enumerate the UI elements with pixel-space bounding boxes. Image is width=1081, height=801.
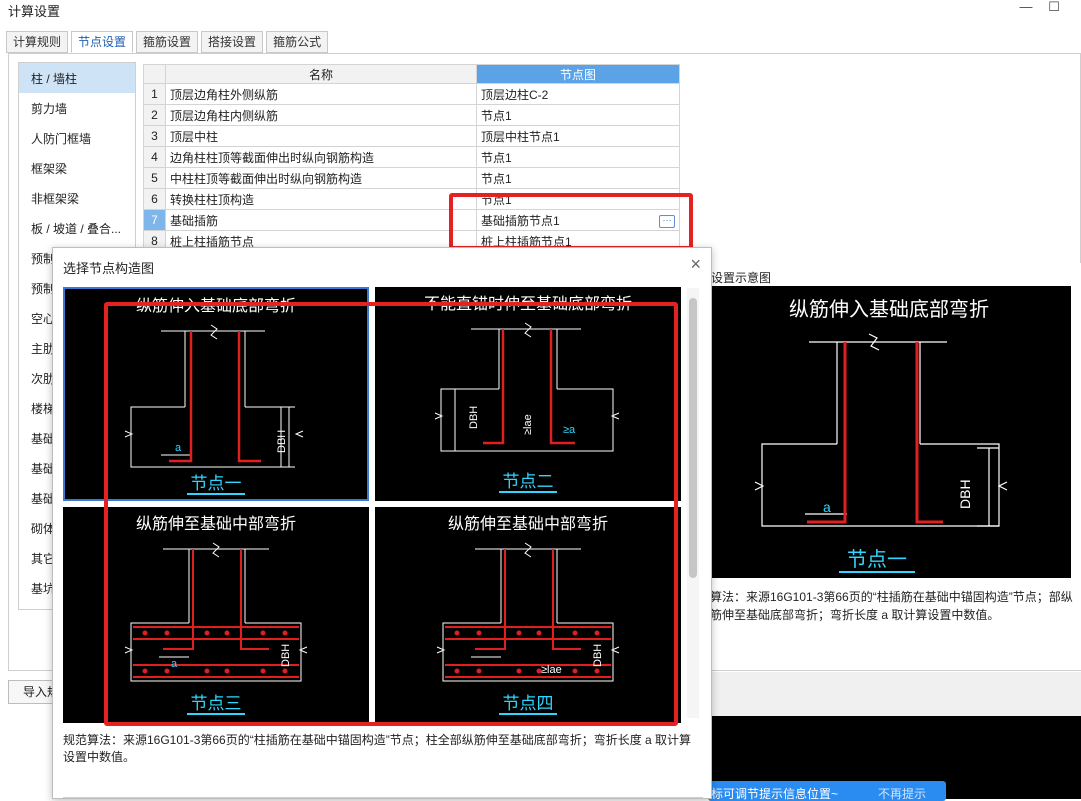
tab-stirrup-formula[interactable]: 箍筋公式	[266, 31, 329, 53]
list-item[interactable]: 框架梁	[19, 153, 135, 183]
row-name: 基础插筋	[165, 209, 477, 231]
row-name: 转换柱柱顶构造	[165, 188, 477, 210]
row-name: 顶层中柱	[165, 125, 477, 147]
list-item[interactable]: 非框架梁	[19, 183, 135, 213]
dialog-title: 选择节点构造图	[63, 261, 155, 276]
row-name: 顶层边角柱内侧纵筋	[165, 104, 477, 126]
tip-banner[interactable]: 标可调节提示信息位置~ 不再提示	[708, 781, 946, 801]
row-node-value[interactable]: 顶层边柱C-2	[476, 83, 680, 105]
a-label: a	[823, 499, 831, 515]
preview-title: 设置示意图	[711, 271, 772, 285]
corner-cell	[143, 64, 166, 84]
row-number: 2	[143, 104, 166, 126]
row-node-value[interactable]: 节点1	[476, 146, 680, 168]
tab-node-settings[interactable]: 节点设置	[71, 31, 134, 53]
table-row[interactable]: 1 顶层边角柱外侧纵筋 顶层边柱C-2	[143, 83, 680, 105]
list-item[interactable]: 柱 / 墙柱	[19, 63, 135, 93]
row-name: 中柱柱顶等截面伸出时纵向钢筋构造	[165, 167, 477, 189]
list-item[interactable]: 剪力墙	[19, 93, 135, 123]
column-header-node[interactable]: 节点图	[476, 64, 680, 84]
column-header-name[interactable]: 名称	[165, 64, 477, 84]
row-name: 边角柱柱顶等截面伸出时纵向钢筋构造	[165, 146, 477, 168]
row-number: 6	[143, 188, 166, 210]
table-row[interactable]: 2 顶层边角柱内侧纵筋 节点1	[143, 104, 680, 126]
tab-bar: 计算规则 节点设置 箍筋设置 搭接设置 箍筋公式	[6, 31, 331, 53]
tab-calc-rules[interactable]: 计算规则	[6, 31, 69, 53]
row-node-value[interactable]: 节点1	[476, 104, 680, 126]
table-row[interactable]: 5 中柱柱顶等截面伸出时纵向钢筋构造 节点1	[143, 167, 680, 189]
dbh-label: DBH	[957, 479, 973, 509]
divider	[63, 797, 703, 798]
row-number: 4	[143, 146, 166, 168]
preview-description: 算法：来源16G101-3第66页的“柱插筋在基础中锚固构造”节点；部纵筋伸至基…	[710, 590, 1073, 622]
table-row[interactable]: 3 顶层中柱 顶层中柱节点1	[143, 125, 680, 147]
table-header: 名称 节点图	[143, 64, 680, 84]
row-node-value[interactable]: 顶层中柱节点1	[476, 125, 680, 147]
minimize-icon[interactable]: —	[1016, 0, 1036, 16]
row-node-value[interactable]: 节点1	[476, 167, 680, 189]
row-number: 1	[143, 83, 166, 105]
scrollbar-thumb[interactable]	[689, 298, 697, 578]
preview-caption: 纵筋伸入基础底部弯折	[789, 298, 989, 321]
list-item[interactable]: 板 / 坡道 / 叠合...	[19, 213, 135, 243]
tab-stirrup-settings[interactable]: 箍筋设置	[136, 31, 199, 53]
table-row[interactable]: 4 边角柱柱顶等截面伸出时纵向钢筋构造 节点1	[143, 146, 680, 168]
close-icon[interactable]: ×	[690, 254, 701, 275]
list-item[interactable]: 人防门框墙	[19, 123, 135, 153]
window-title: 计算设置	[8, 4, 61, 19]
row-number: 3	[143, 125, 166, 147]
import-button[interactable]: 导入规	[8, 680, 58, 704]
row-name: 顶层边角柱外侧纵筋	[165, 83, 477, 105]
dialog-scrollbar[interactable]	[687, 288, 699, 718]
title-bar: 计算设置 — ☐	[0, 0, 1081, 28]
dialog-description: 规范算法：来源16G101-3第66页的“柱插筋在基础中锚固构造”节点；柱全部纵…	[63, 733, 692, 764]
preview-node-label: 节点一	[847, 548, 907, 571]
row-number: 5	[143, 167, 166, 189]
maximize-icon[interactable]: ☐	[1044, 0, 1064, 16]
preview-image: 纵筋伸入基础底部弯折 DBH a 节点一	[707, 286, 1071, 578]
row-number: 7	[143, 209, 166, 231]
highlight-box-nodes	[104, 302, 678, 726]
tab-lap-settings[interactable]: 搭接设置	[201, 31, 264, 53]
highlight-box-cell	[449, 193, 693, 250]
